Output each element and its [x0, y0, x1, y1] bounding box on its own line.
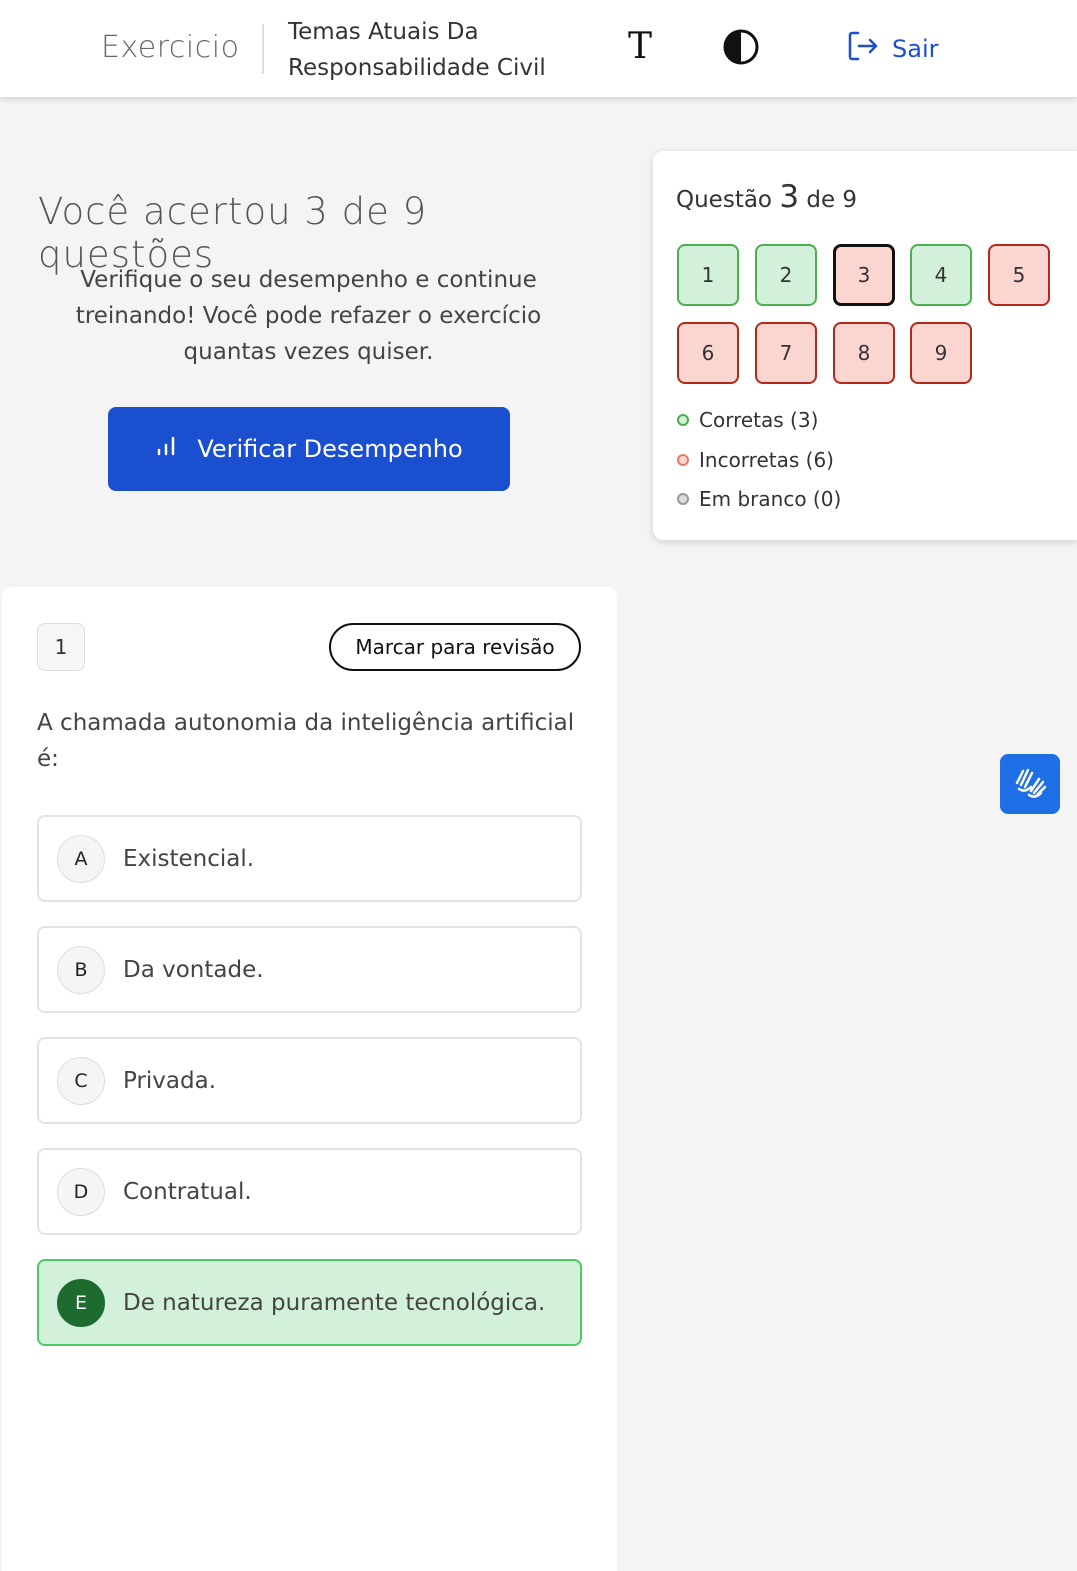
question-nav-item[interactable]: 5	[988, 244, 1050, 306]
wrong-dot-icon	[677, 454, 689, 466]
question-nav-item[interactable]: 9	[910, 322, 972, 384]
legend-correct: Corretas (3)	[677, 408, 818, 432]
question-nav-item[interactable]: 8	[833, 322, 895, 384]
option-c[interactable]: C Privada.	[37, 1037, 582, 1124]
option-letter: B	[57, 945, 105, 994]
option-text: Da vontade.	[123, 956, 264, 983]
question-nav-item[interactable]: 4	[910, 244, 972, 306]
option-text: Privada.	[123, 1067, 217, 1094]
course-title: Temas Atuais Da Responsabilidade Civil	[288, 19, 546, 81]
top-bar: Exercicio Temas Atuais Da Responsabilida…	[0, 0, 1077, 97]
legend-wrong: Incorretas (6)	[677, 448, 834, 472]
question-nav-item-current[interactable]: 3	[833, 244, 895, 306]
logout-label: Sair	[892, 35, 939, 63]
legend-blank-label: Em branco (0)	[699, 487, 842, 511]
question-nav-item[interactable]: 1	[677, 244, 739, 306]
option-text: De natureza puramente tecnológica.	[123, 1289, 546, 1316]
question-number: 1	[37, 623, 85, 671]
logout-button[interactable]: Sair	[846, 30, 938, 68]
option-b[interactable]: B Da vontade.	[37, 926, 582, 1013]
legend-wrong-label: Incorretas (6)	[699, 448, 834, 472]
option-letter: D	[57, 1167, 105, 1216]
hands-icon	[1011, 763, 1049, 805]
question-nav-current: 3	[779, 179, 800, 215]
option-a[interactable]: A Existencial.	[37, 815, 582, 902]
option-text: Existencial.	[123, 845, 255, 872]
mark-for-review-button[interactable]: Marcar para revisão	[329, 623, 581, 671]
question-nav-prefix: Questão	[676, 187, 772, 213]
option-d[interactable]: D Contratual.	[37, 1148, 582, 1235]
option-e[interactable]: E De natureza puramente tecnológica.	[37, 1259, 582, 1346]
question-text: A chamada autonomia da inteligência arti…	[37, 710, 575, 772]
question-nav-suffix: de 9	[806, 187, 858, 213]
question-nav-item[interactable]: 2	[755, 244, 817, 306]
blank-dot-icon	[677, 493, 689, 505]
legend-blank: Em branco (0)	[677, 487, 841, 511]
question-nav-item[interactable]: 6	[677, 322, 739, 384]
font-size-button[interactable]: T	[620, 24, 660, 68]
option-letter: E	[57, 1278, 105, 1327]
legend-correct-label: Corretas (3)	[699, 408, 819, 432]
text-size-icon: T	[627, 25, 652, 67]
option-letter: C	[57, 1056, 105, 1105]
bar-chart-icon	[155, 434, 179, 464]
contrast-icon[interactable]	[722, 28, 760, 66]
brand-label: Exercicio	[101, 30, 240, 65]
question-card: 1 Marcar para revisão A chamada autonomi…	[2, 587, 617, 1571]
logout-icon	[846, 29, 880, 69]
check-performance-button[interactable]: Verificar Desempenho	[108, 407, 510, 491]
header-divider	[262, 24, 264, 74]
option-text: Contratual.	[123, 1178, 252, 1205]
check-performance-label: Verificar Desempenho	[197, 435, 463, 463]
question-navigator: Questão 3 de 9 1 2 3 4 5 6 7 8 9 Correta…	[653, 151, 1077, 540]
option-letter: A	[57, 834, 105, 883]
correct-dot-icon	[677, 414, 689, 426]
sign-language-button[interactable]	[1000, 754, 1060, 814]
result-subtitle: Verifique o seu desempenho e continue tr…	[75, 267, 542, 365]
question-nav-item[interactable]: 7	[755, 322, 817, 384]
question-nav-title: Questão 3 de 9	[676, 179, 857, 215]
